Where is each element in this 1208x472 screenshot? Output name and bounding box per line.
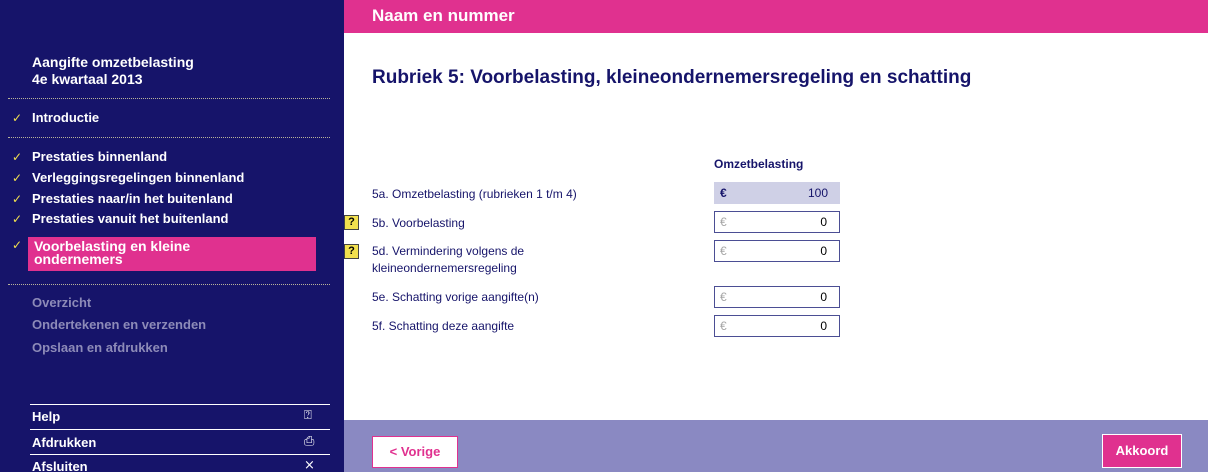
footer-bar xyxy=(344,420,1208,472)
field-value: 0 xyxy=(820,319,827,333)
sidebar-item-ondertekenen: Ondertekenen en verzenden xyxy=(32,317,207,332)
row-label-5e: 5e. Schatting vorige aangifte(n) xyxy=(372,290,539,304)
checkmark-icon: ✓ xyxy=(12,150,23,164)
euro-symbol: € xyxy=(720,244,727,258)
help-question-icon[interactable]: ? xyxy=(344,244,359,259)
divider xyxy=(30,429,330,430)
help-question-icon[interactable]: ? xyxy=(344,215,359,230)
checkmark-icon: ✓ xyxy=(12,212,23,226)
print-icon[interactable]: ⎙ xyxy=(304,434,314,449)
close-icon[interactable]: × xyxy=(304,458,315,472)
print-link[interactable]: Afdrukken xyxy=(32,435,96,450)
field-value: 100 xyxy=(807,186,828,200)
vermindering-input[interactable]: € 0 xyxy=(714,240,840,262)
checkmark-icon: ✓ xyxy=(12,192,23,206)
sidebar-item-prestaties-binnenland[interactable]: ✓ Prestaties binnenland xyxy=(12,149,167,165)
euro-symbol: € xyxy=(720,186,727,200)
checkmark-icon: ✓ xyxy=(12,171,23,185)
sidebar-title: Aangifte omzetbelasting 4e kwartaal 2013 xyxy=(32,54,194,88)
previous-button[interactable]: < Vorige xyxy=(372,436,458,468)
form-title: Aangifte omzetbelasting xyxy=(32,54,194,70)
page-header-title: Naam en nummer xyxy=(372,6,515,25)
schatting-vorige-input[interactable]: € 0 xyxy=(714,286,840,308)
row-label-5d: 5d. Vermindering volgens de kleineondern… xyxy=(372,244,525,275)
sidebar: Aangifte omzetbelasting 4e kwartaal 2013… xyxy=(0,0,344,472)
active-step-label: Voorbelasting en kleine ondernemers xyxy=(34,238,191,267)
schatting-deze-input[interactable]: € 0 xyxy=(714,315,840,337)
divider xyxy=(8,98,330,99)
voorbelasting-input[interactable]: € 0 xyxy=(714,211,840,233)
column-header: Omzetbelasting xyxy=(714,157,804,171)
row-label-5b: 5b. Voorbelasting xyxy=(372,216,465,230)
sidebar-item-prestaties-buitenland[interactable]: ✓ Prestaties naar/in het buitenland xyxy=(12,191,233,207)
page-title: Rubriek 5: Voorbelasting, kleineondernem… xyxy=(372,67,972,88)
divider xyxy=(8,284,330,285)
euro-symbol: € xyxy=(720,215,727,229)
field-value: 0 xyxy=(820,215,827,229)
sidebar-item-introductie[interactable]: ✓ Introductie xyxy=(12,110,99,126)
checkmark-icon: ✓ xyxy=(12,238,23,252)
omzetbelasting-total-field: € 100 xyxy=(714,182,840,204)
help-link[interactable]: Help xyxy=(32,409,60,424)
row-label-5a: 5a. Omzetbelasting (rubrieken 1 t/m 4) xyxy=(372,187,577,201)
form-period: 4e kwartaal 2013 xyxy=(32,71,143,87)
akkoord-button[interactable]: Akkoord xyxy=(1102,434,1182,468)
field-value: 0 xyxy=(820,244,827,258)
field-value: 0 xyxy=(820,290,827,304)
sidebar-item-overzicht: Overzicht xyxy=(32,295,92,310)
help-icon[interactable]: ⍰ xyxy=(304,408,312,423)
row-label-5f: 5f. Schatting deze aangifte xyxy=(372,319,515,333)
sidebar-item-prestaties-vanuit-buitenland[interactable]: ✓ Prestaties vanuit het buitenland xyxy=(12,211,229,227)
header-bar: Naam en nummer xyxy=(344,0,1208,33)
divider xyxy=(8,137,330,138)
sidebar-item-opslaan: Opslaan en afdrukken xyxy=(32,340,168,355)
sidebar-item-verleggingsregelingen[interactable]: ✓ Verleggingsregelingen binnenland xyxy=(12,170,244,186)
close-link[interactable]: Afsluiten xyxy=(32,459,88,472)
euro-symbol: € xyxy=(720,319,727,333)
divider xyxy=(30,404,330,405)
divider xyxy=(30,454,330,455)
checkmark-icon: ✓ xyxy=(12,111,23,125)
euro-symbol: € xyxy=(720,290,727,304)
